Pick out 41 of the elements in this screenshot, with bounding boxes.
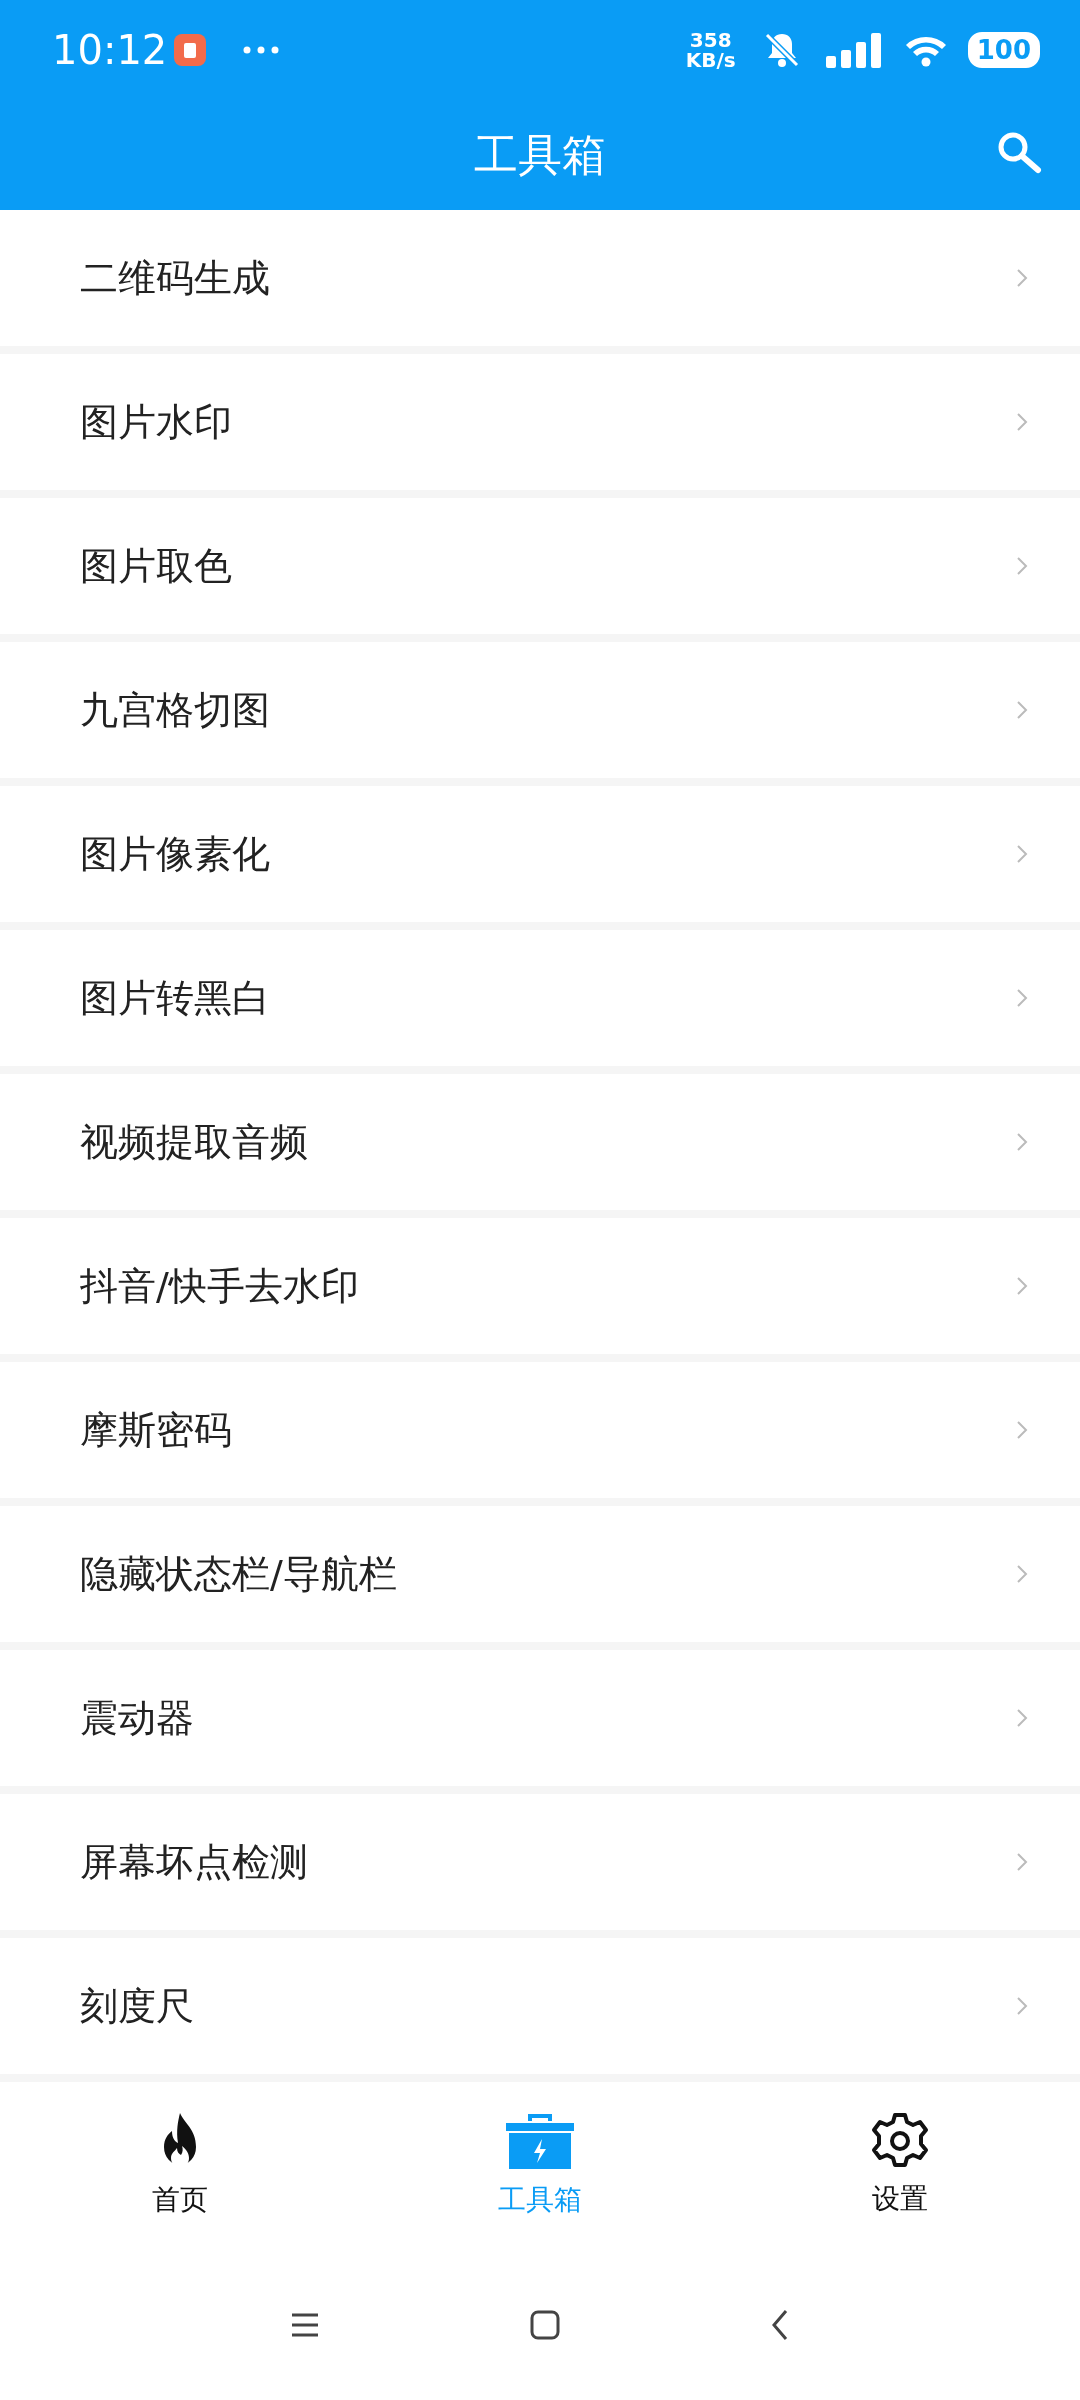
- tool-list-item[interactable]: 九宫格切图: [0, 642, 1080, 778]
- tool-list-item[interactable]: 隐藏状态栏/导航栏: [0, 1506, 1080, 1642]
- nav-tab[interactable]: 设置: [800, 2111, 1000, 2221]
- chevron-right-icon: [1016, 988, 1028, 1008]
- toolbox-icon: [504, 2111, 576, 2171]
- gear-icon: [871, 2112, 929, 2170]
- chevron-right-icon: [1016, 412, 1028, 432]
- chevron-right-icon: [1016, 700, 1028, 720]
- tool-list-item[interactable]: 抖音/快手去水印: [0, 1218, 1080, 1354]
- net-speed-unit: KB/s: [685, 50, 736, 70]
- tool-list-item[interactable]: 屏幕坏点检测: [0, 1794, 1080, 1930]
- bell-off-icon: [763, 31, 800, 69]
- net-speed-value: 358: [688, 30, 733, 50]
- notification-icon: [173, 33, 208, 67]
- nav-tab[interactable]: 首页: [80, 2110, 280, 2222]
- back-icon[interactable]: [770, 2309, 790, 2341]
- tool-list-item[interactable]: 图片像素化: [0, 786, 1080, 922]
- home-icon[interactable]: [530, 2310, 560, 2340]
- chevron-right-icon: [1016, 268, 1028, 288]
- status-time: 10:12: [52, 26, 168, 75]
- signal-icon: [825, 32, 882, 68]
- chevron-right-icon: [1016, 1852, 1028, 1872]
- chevron-right-icon: [1016, 1996, 1028, 2016]
- tool-list-item[interactable]: 二维码生成: [0, 210, 1080, 346]
- page-title: 工具箱: [474, 128, 606, 182]
- chevron-right-icon: [1016, 844, 1028, 864]
- chevron-right-icon: [1016, 556, 1028, 576]
- chevron-right-icon: [1016, 1708, 1028, 1728]
- tool-list-item[interactable]: 视频提取音频: [0, 1074, 1080, 1210]
- tool-list-item[interactable]: 摩斯密码: [0, 1362, 1080, 1498]
- tool-list-item[interactable]: 刻度尺: [0, 1938, 1080, 2074]
- tool-list-item[interactable]: 图片转黑白: [0, 930, 1080, 1066]
- chevron-right-icon: [1016, 1276, 1028, 1296]
- tool-list-item[interactable]: 图片取色: [0, 498, 1080, 634]
- battery-level: 100: [967, 32, 1040, 68]
- chevron-right-icon: [1016, 1420, 1028, 1440]
- tool-list-item[interactable]: 图片水印: [0, 354, 1080, 490]
- chevron-right-icon: [1016, 1132, 1028, 1152]
- menu-icon[interactable]: [290, 2312, 320, 2338]
- tool-list-item[interactable]: 震动器: [0, 1650, 1080, 1786]
- chevron-right-icon: [1016, 1564, 1028, 1584]
